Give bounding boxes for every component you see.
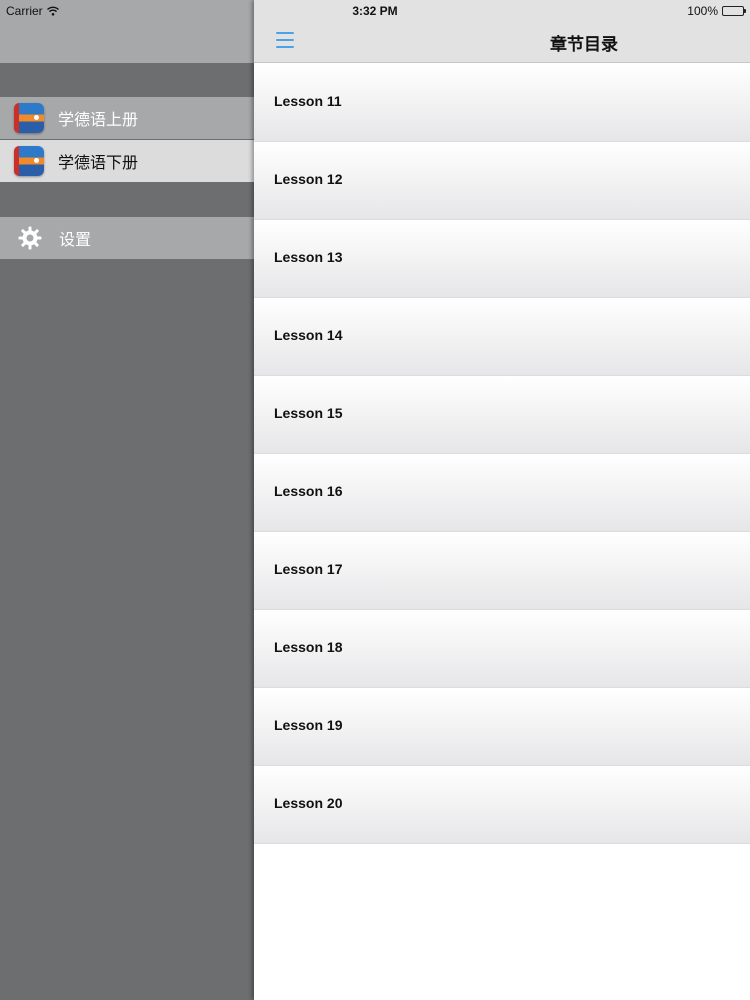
sidebar-item-label: 学德语下册 bbox=[58, 153, 139, 172]
list-item[interactable]: Lesson 13 bbox=[254, 220, 750, 298]
lesson-label: Lesson 20 bbox=[274, 794, 343, 811]
battery-icon bbox=[722, 6, 746, 16]
list-item[interactable]: Lesson 16 bbox=[254, 454, 750, 532]
lesson-label: Lesson 16 bbox=[274, 482, 343, 499]
sidebar-item-book-volume-1[interactable]: 学德语上册 bbox=[0, 97, 254, 139]
sidebar-item-settings[interactable]: 设置 bbox=[0, 217, 254, 259]
battery-percent: 100% bbox=[687, 4, 718, 18]
side-menu: 学德语上册 学德语下册 设置 bbox=[0, 0, 254, 1000]
list-item[interactable]: Lesson 17 bbox=[254, 532, 750, 610]
lesson-label: Lesson 11 bbox=[274, 92, 342, 109]
book-icon bbox=[14, 146, 44, 176]
sidebar-item-label: 学德语上册 bbox=[58, 110, 139, 129]
lesson-label: Lesson 18 bbox=[274, 638, 343, 655]
status-bar: Carrier 3:32 PM 100% bbox=[0, 0, 750, 22]
list-item[interactable]: Lesson 18 bbox=[254, 610, 750, 688]
lesson-label: Lesson 17 bbox=[274, 560, 343, 577]
main-panel: 章节目录 Lesson 11 Lesson 12 Lesson 13 Lesso… bbox=[254, 0, 750, 1000]
sidebar-item-label: 设置 bbox=[59, 230, 92, 249]
lesson-label: Lesson 12 bbox=[274, 170, 343, 187]
lesson-list: Lesson 11 Lesson 12 Lesson 13 Lesson 14 … bbox=[254, 64, 750, 844]
lesson-label: Lesson 13 bbox=[274, 248, 343, 265]
list-item[interactable]: Lesson 20 bbox=[254, 766, 750, 844]
gear-icon bbox=[18, 226, 42, 250]
page-title: 章节目录 bbox=[550, 35, 618, 55]
list-item[interactable]: Lesson 11 bbox=[254, 64, 750, 142]
clock: 3:32 PM bbox=[352, 4, 398, 18]
list-item[interactable]: Lesson 15 bbox=[254, 376, 750, 454]
lesson-label: Lesson 14 bbox=[274, 326, 343, 343]
list-item[interactable]: Lesson 12 bbox=[254, 142, 750, 220]
book-icon bbox=[14, 103, 44, 133]
lesson-label: Lesson 19 bbox=[274, 716, 343, 733]
app-screen: 学德语上册 学德语下册 设置 章节目录 Lesson 11 Lesson 12 … bbox=[0, 0, 750, 1000]
battery-indicator: 100% bbox=[687, 4, 746, 18]
lesson-label: Lesson 15 bbox=[274, 404, 343, 421]
hamburger-menu-icon[interactable] bbox=[276, 32, 294, 48]
sidebar-item-book-volume-2[interactable]: 学德语下册 bbox=[0, 140, 254, 182]
list-item[interactable]: Lesson 14 bbox=[254, 298, 750, 376]
list-item[interactable]: Lesson 19 bbox=[254, 688, 750, 766]
